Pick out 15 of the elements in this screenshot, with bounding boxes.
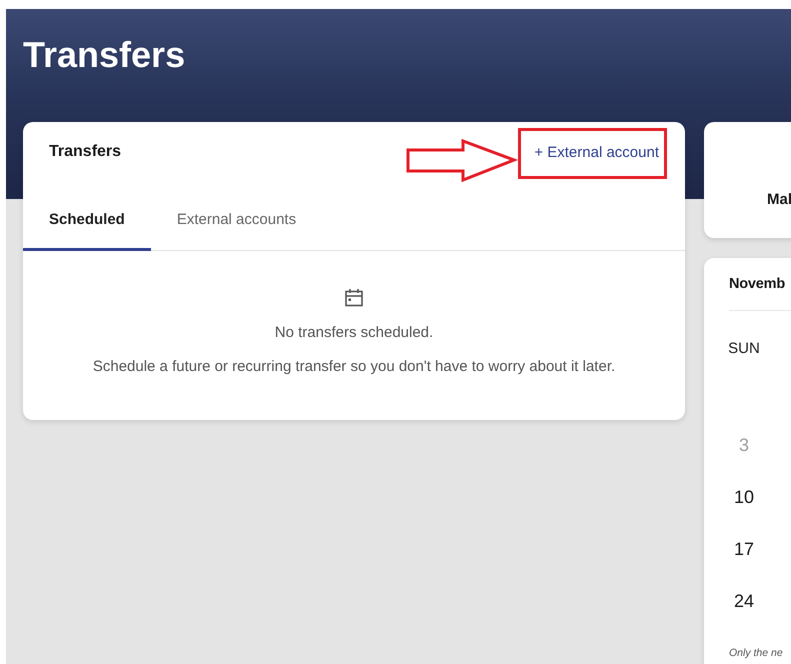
calendar-footnote: Only the ne [729,647,784,659]
add-external-account-link[interactable]: + External account [534,144,659,160]
empty-message: Schedule a future or recurring transfer so you don't have to worry about it later. [92,358,616,375]
month-title: Novemb [729,276,791,311]
calendar-icon [344,288,364,308]
calendar-day[interactable]: 24 [734,575,754,627]
card-title: Transfers [49,143,122,161]
empty-heading: No transfers scheduled. [274,324,434,341]
tab[interactable]: External accounts [150,191,322,251]
side-card-text: Mal [767,191,791,208]
calendar-day[interactable]: 10 [734,471,754,523]
calendar-day[interactable]: 17 [734,523,754,575]
page-title: Transfers [23,34,186,76]
weekday-label: SUN [728,340,760,357]
tab[interactable]: Scheduled [23,191,151,251]
